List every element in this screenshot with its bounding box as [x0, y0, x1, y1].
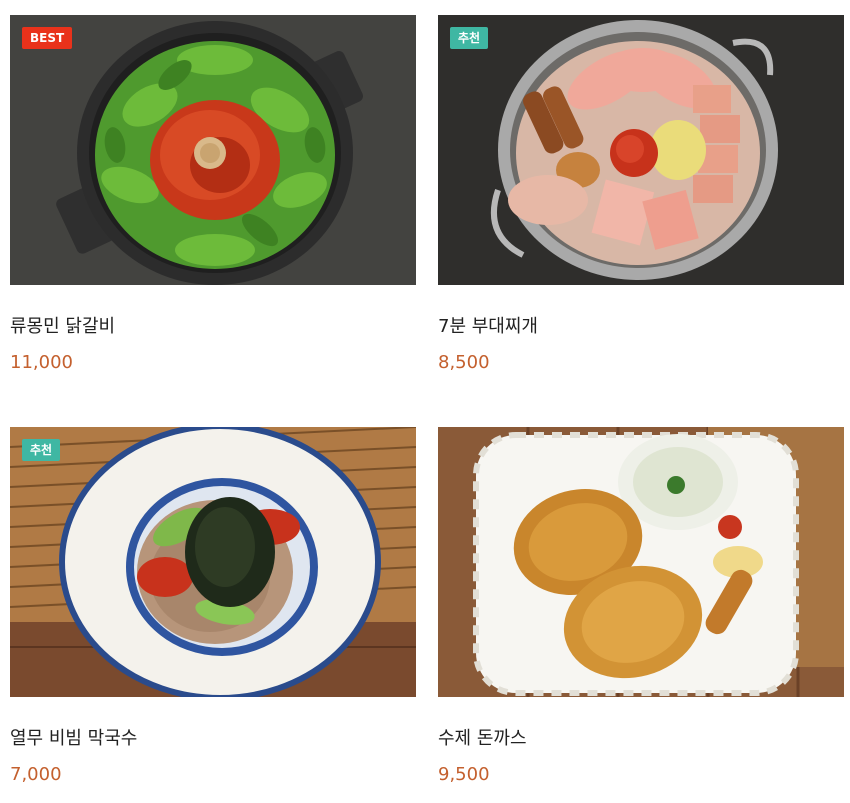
menu-item-price: 7,000	[10, 764, 62, 785]
menu-photo-budae-jjigae[interactable]: 추천	[438, 15, 844, 285]
menu-card: BEST 류몽민 닭갈비 11,000	[10, 15, 416, 374]
menu-photo-makguksu[interactable]: 추천	[10, 427, 416, 697]
menu-item-price: 11,000	[10, 352, 73, 373]
menu-grid: BEST 류몽민 닭갈비 11,000 추천 7분 부대찌개 8,500 추천 …	[0, 0, 850, 803]
budae-jjigae-image	[438, 15, 844, 285]
badge-recommend: 추천	[22, 439, 61, 461]
menu-card: 추천 열무 비빔 막국수 7,000	[10, 427, 416, 786]
badge-best: BEST	[22, 27, 73, 49]
makguksu-image	[10, 427, 416, 697]
menu-photo-dakgalbi[interactable]: BEST	[10, 15, 416, 285]
menu-item-name[interactable]: 류몽민 닭갈비	[10, 315, 416, 339]
menu-card: 수제 돈까스 9,500	[438, 427, 844, 786]
donkatsu-image	[438, 427, 844, 697]
menu-item-price: 9,500	[438, 764, 490, 785]
dakgalbi-image	[10, 15, 416, 285]
menu-item-price: 8,500	[438, 352, 490, 373]
menu-card: 추천 7분 부대찌개 8,500	[438, 15, 844, 374]
menu-item-name[interactable]: 7분 부대찌개	[438, 315, 844, 339]
menu-photo-donkatsu[interactable]	[438, 427, 844, 697]
badge-recommend: 추천	[450, 27, 489, 49]
menu-item-name[interactable]: 수제 돈까스	[438, 727, 844, 751]
menu-item-name[interactable]: 열무 비빔 막국수	[10, 727, 416, 751]
